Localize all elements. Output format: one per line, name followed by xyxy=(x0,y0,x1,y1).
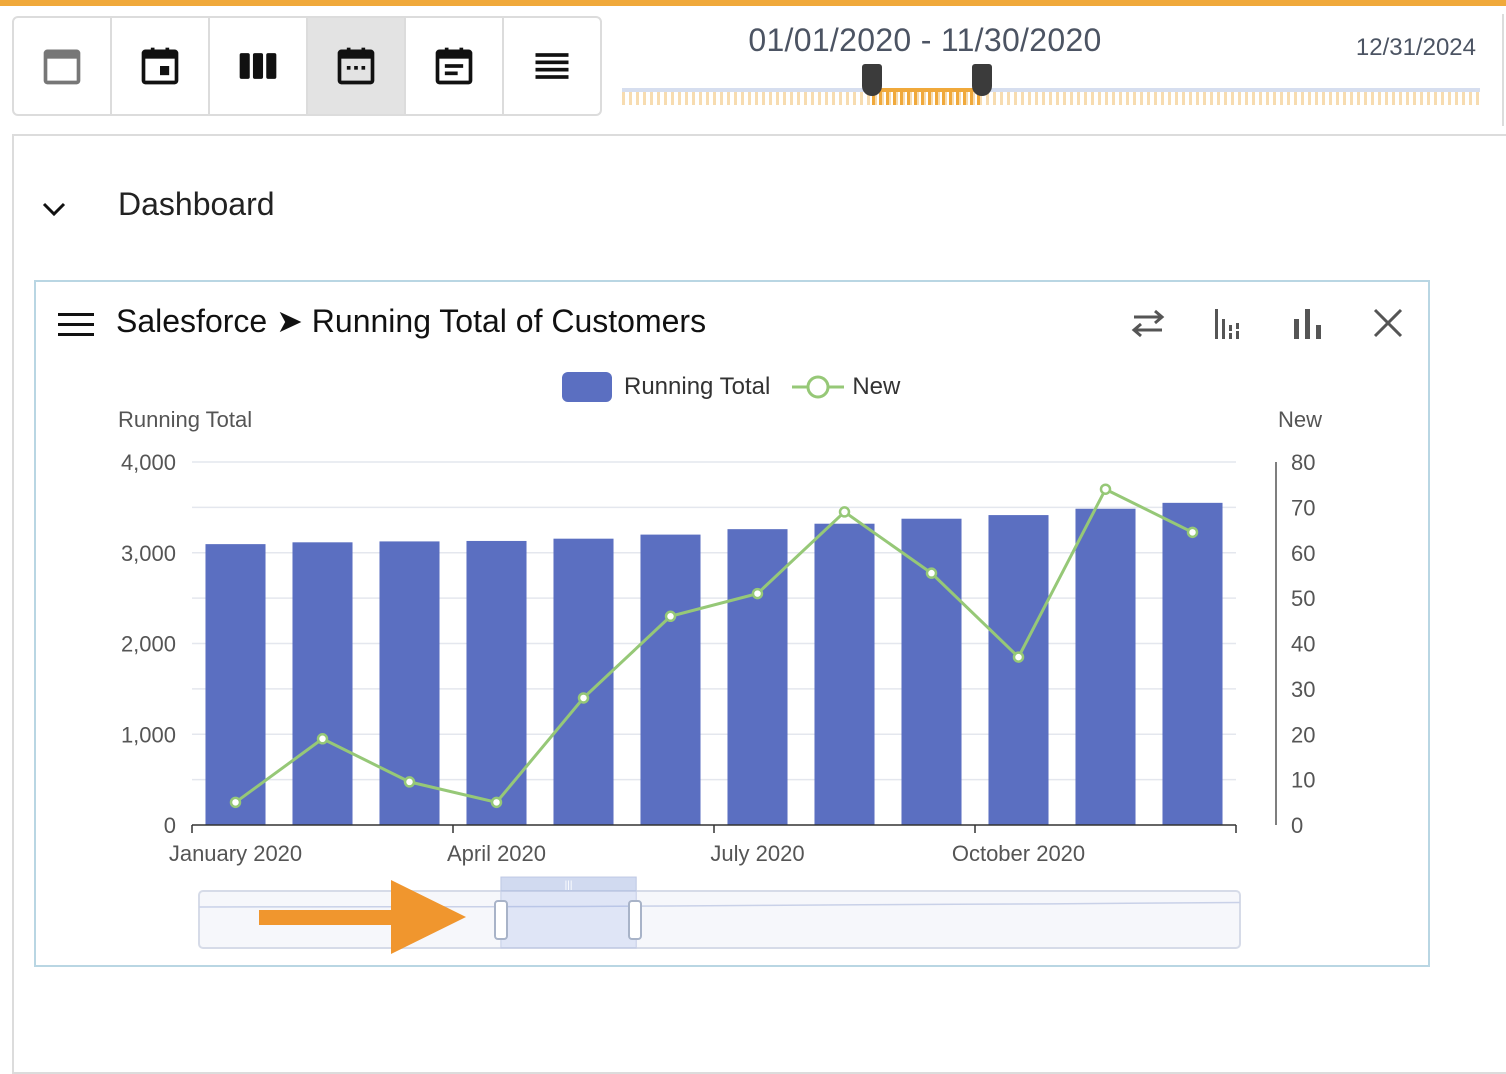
view-columns-icon xyxy=(239,53,277,79)
calendar-month-icon xyxy=(337,47,375,85)
hamburger-menu-icon[interactable] xyxy=(56,310,96,340)
right-panel-edge xyxy=(1502,14,1506,126)
zoom-start-handle[interactable] xyxy=(494,900,508,940)
legend-swatch-new[interactable] xyxy=(792,372,845,402)
widget-title: Salesforce ➤ Running Total of Customers xyxy=(116,303,707,339)
date-range-label: 01/01/2020 - 11/30/2020 xyxy=(748,22,1102,58)
calendar-agenda-icon xyxy=(435,47,473,85)
calendar-blank-icon xyxy=(43,49,81,85)
grouped-bars-icon[interactable] xyxy=(1208,303,1248,343)
close-icon[interactable] xyxy=(1368,303,1408,343)
top-accent-bar xyxy=(0,0,1506,6)
zoom-end-handle[interactable] xyxy=(628,900,642,940)
bar-chart-icon[interactable] xyxy=(1288,303,1328,343)
zoom-window[interactable] xyxy=(500,878,636,950)
date-end-label: 12/31/2024 xyxy=(1355,34,1476,61)
chevron-down-icon[interactable] xyxy=(40,196,68,220)
date-range-selection-ticks xyxy=(872,92,982,105)
legend-label-new[interactable]: New xyxy=(852,373,900,401)
list-icon xyxy=(535,53,569,79)
today-view-button[interactable] xyxy=(112,18,210,114)
day-view-button[interactable] xyxy=(14,18,112,114)
month-view-button[interactable] xyxy=(308,18,406,114)
agenda-view-button[interactable] xyxy=(406,18,504,114)
date-range-ticks xyxy=(622,92,1480,105)
legend-swatch-running-total[interactable] xyxy=(562,372,612,402)
date-range-end-handle[interactable] xyxy=(972,64,992,96)
legend-label-running-total[interactable]: Running Total xyxy=(624,373,770,401)
calendar-today-icon xyxy=(141,47,179,85)
date-range-start-handle[interactable] xyxy=(862,64,882,96)
swap-icon[interactable] xyxy=(1128,303,1168,343)
view-toolbar xyxy=(12,16,602,116)
columns-view-button[interactable] xyxy=(210,18,308,114)
list-view-button[interactable] xyxy=(504,18,600,114)
chart-legend: Running Total New xyxy=(562,370,900,404)
section-title: Dashboard xyxy=(118,186,275,222)
